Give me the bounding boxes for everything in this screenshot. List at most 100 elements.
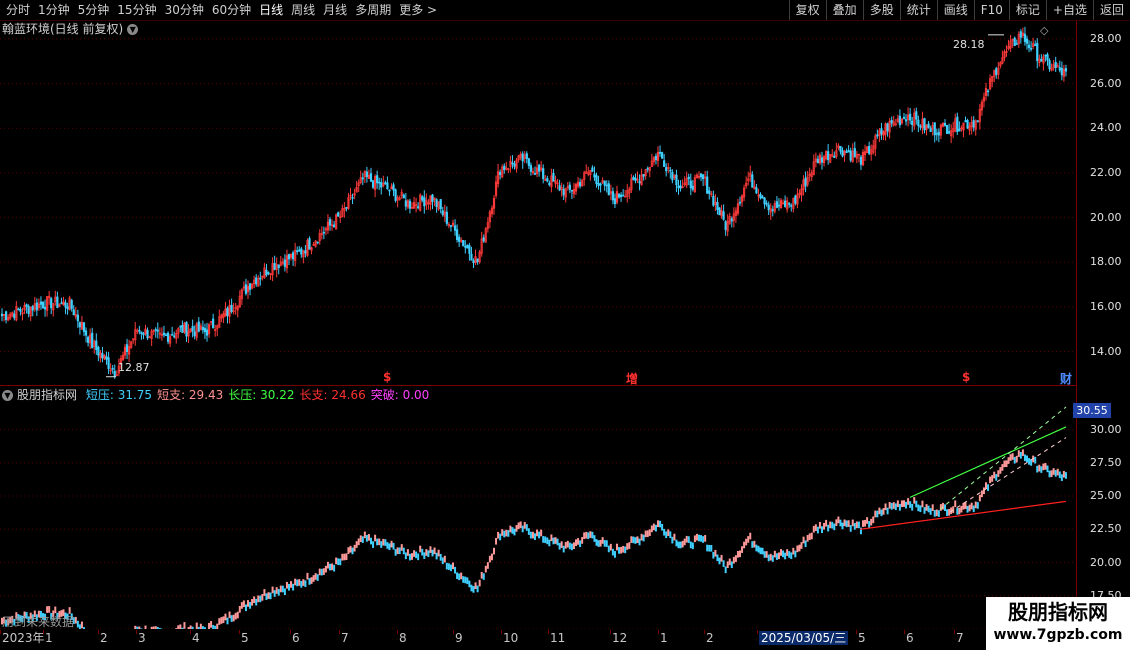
indicator-bar: [273, 590, 276, 597]
indicator-bar: [1009, 454, 1012, 461]
indicator-bar: [616, 543, 618, 551]
candle-body: [1060, 67, 1063, 76]
candle-body: [466, 244, 469, 249]
chevron-down-icon[interactable]: ▼: [2, 390, 13, 401]
date-label: 7: [341, 631, 349, 645]
candle-body: [958, 128, 961, 132]
indicator-chart[interactable]: [0, 403, 1076, 629]
indicator-title[interactable]: ▼ 股朋指标网 短压: 31.75 短支: 29.43 长压: 30.22 长支: 24…: [2, 387, 434, 403]
indicator-bar: [1015, 455, 1018, 463]
indicator-bar: [722, 560, 725, 567]
indicator-bar: [613, 551, 616, 558]
tool-button[interactable]: F10: [973, 0, 1009, 20]
candle-body: [462, 240, 465, 247]
tool-button[interactable]: 多股: [862, 0, 900, 20]
indicator-bar: [710, 544, 713, 552]
period-tab[interactable]: 30分钟: [161, 0, 208, 20]
indicator-bar: [464, 576, 467, 584]
tool-button[interactable]: 标记: [1008, 0, 1046, 20]
candle-body: [60, 302, 63, 305]
indicator-bar: [367, 534, 370, 541]
candle-body: [17, 308, 20, 311]
candle-body: [759, 193, 762, 199]
event-marker[interactable]: 增: [626, 370, 638, 387]
period-tab[interactable]: 更多 >: [395, 0, 441, 20]
indicator-bar: [609, 543, 612, 551]
period-tab[interactable]: 月线: [319, 0, 351, 20]
indicator-bar: [991, 475, 994, 482]
indicator-bar: [281, 585, 284, 593]
candle-body: [166, 332, 170, 342]
period-tab[interactable]: 60分钟: [208, 0, 255, 20]
period-tab[interactable]: 多周期: [351, 0, 395, 20]
candle-body: [607, 183, 610, 195]
price-chart[interactable]: [0, 21, 1076, 385]
indicator-bar: [911, 503, 914, 511]
candle-body: [929, 128, 932, 133]
tool-button[interactable]: 返回: [1092, 0, 1130, 20]
indicator-bar: [601, 537, 604, 544]
tool-button[interactable]: 画线: [936, 0, 974, 20]
indicator-bar: [708, 544, 711, 552]
indicator-bar: [345, 553, 348, 561]
indicator-bar: [365, 534, 368, 542]
indicator-bar: [74, 616, 77, 624]
indicator-bar: [620, 546, 623, 554]
indicator-bar: [490, 553, 493, 561]
candle-body: [1034, 44, 1037, 46]
indicator-bar: [968, 504, 971, 512]
indicator-bar: [743, 541, 746, 549]
candle-body: [1013, 37, 1016, 46]
period-tab[interactable]: 分时: [2, 0, 34, 20]
indicator-bar: [179, 624, 182, 629]
indicator-bar: [240, 602, 243, 609]
period-tab[interactable]: 15分钟: [113, 0, 160, 20]
event-marker[interactable]: $: [962, 370, 970, 384]
indicator-bar: [974, 501, 977, 509]
date-tick: [239, 630, 240, 634]
high-price-label: 28.18: [953, 38, 985, 51]
period-tab[interactable]: 5分钟: [74, 0, 114, 20]
candle-body: [156, 329, 159, 332]
indicator-bar: [843, 519, 846, 527]
indicator-bar: [644, 530, 647, 538]
candle-body: [658, 151, 662, 154]
candle-body: [986, 90, 990, 93]
indicator-bar: [626, 543, 629, 550]
indicator-bar: [384, 539, 387, 546]
tool-button[interactable]: 统计: [899, 0, 937, 20]
indicator-bar: [851, 519, 854, 527]
candle-body: [605, 184, 608, 187]
indicator-bar: [525, 524, 528, 531]
indicator-bar: [312, 575, 315, 582]
indicator-bar: [152, 626, 155, 629]
tool-button[interactable]: +自选: [1045, 0, 1093, 20]
candle-body: [291, 252, 295, 260]
indicator-bar: [226, 617, 229, 625]
period-tab[interactable]: 周线: [287, 0, 319, 20]
period-tab[interactable]: 1分钟: [34, 0, 74, 20]
indicator-bar: [714, 549, 717, 557]
indicator-bar: [302, 579, 305, 586]
event-marker[interactable]: $: [383, 370, 391, 384]
event-marker[interactable]: 财: [1060, 370, 1072, 387]
price-tick: 14.00: [1090, 344, 1122, 358]
indicator-bar: [203, 627, 206, 629]
indicator-bar: [704, 535, 707, 542]
indicator-bar: [357, 538, 360, 546]
candle-body: [724, 221, 727, 230]
candle-body: [841, 150, 844, 157]
candle-body: [915, 111, 918, 120]
indicator-bar: [222, 616, 225, 624]
indicator-bar: [484, 565, 487, 573]
candle-body: [171, 334, 174, 336]
indicator-bar: [999, 467, 1002, 474]
period-tab[interactable]: 日线: [255, 0, 287, 20]
indicator-bar: [909, 501, 912, 508]
indicator-bar: [439, 554, 442, 561]
period-toolbar: 分时 1分钟 5分钟 15分钟 30分钟 60分钟 日线 周线 月线 多周期 更多 > 复权 叠加 多股…: [0, 0, 1130, 21]
tool-button[interactable]: 叠加: [825, 0, 863, 20]
candle-body: [265, 269, 268, 276]
period-tabs: 分时 1分钟 5分钟 15分钟 30分钟 60分钟 日线 周线 月线 多周期 更多 >: [2, 0, 441, 20]
tool-button[interactable]: 复权: [788, 0, 826, 20]
